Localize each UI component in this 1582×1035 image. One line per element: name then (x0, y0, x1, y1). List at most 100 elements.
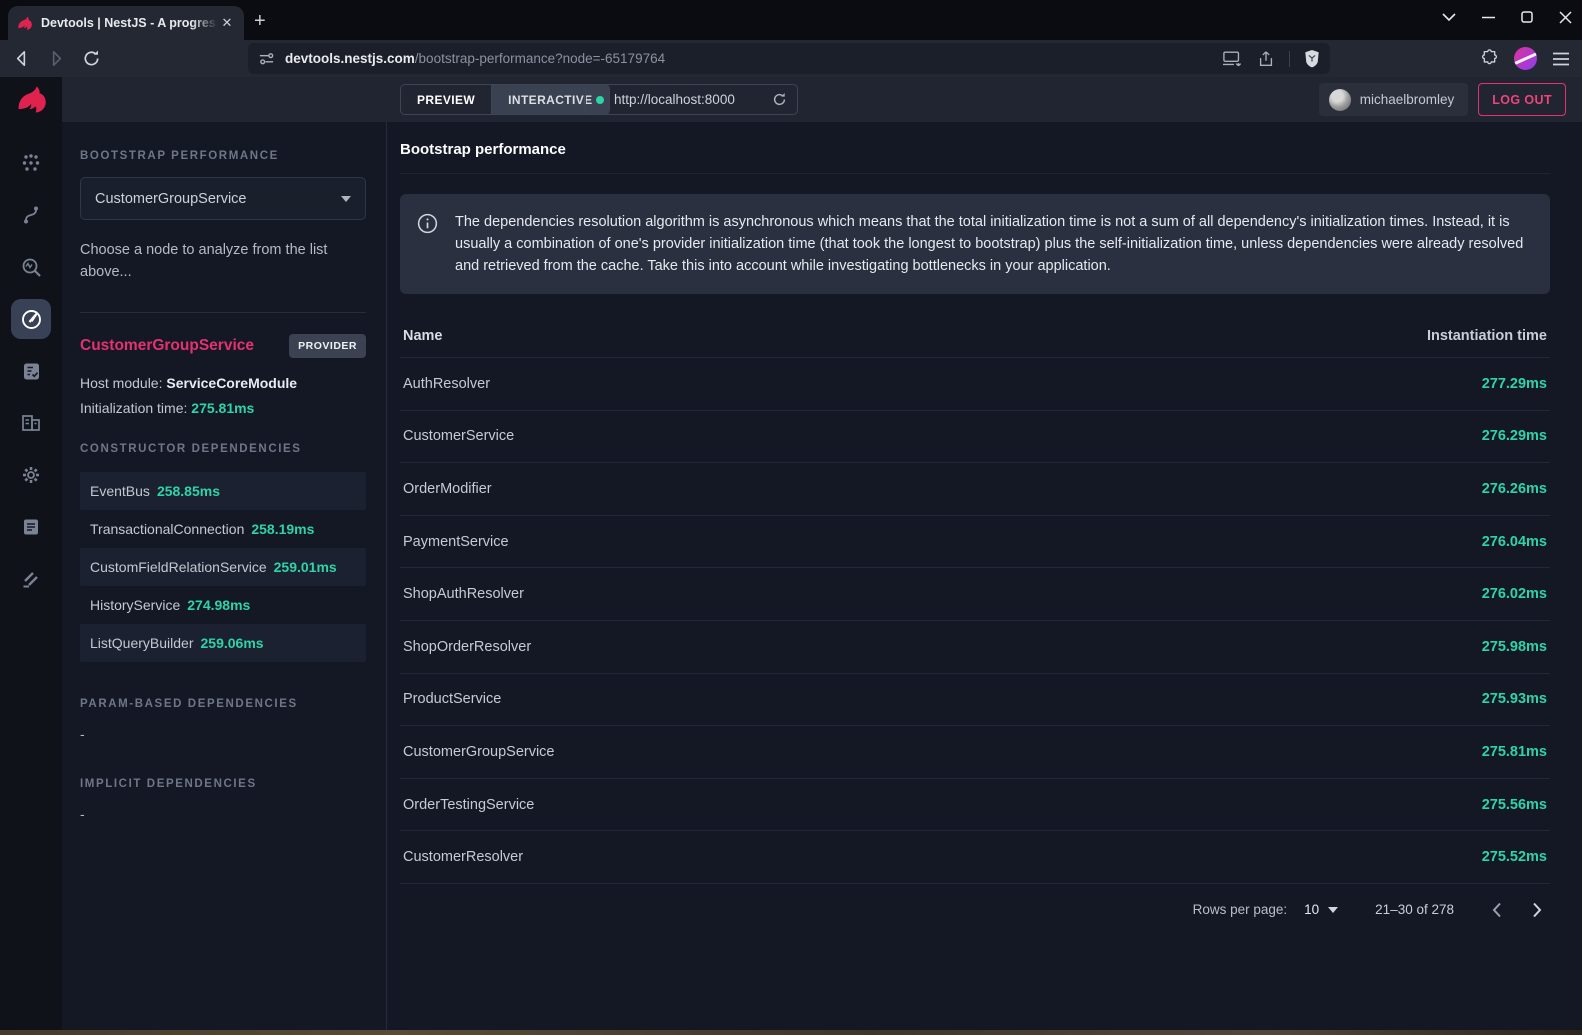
node-select[interactable]: CustomerGroupService (80, 177, 366, 220)
tab-title: Devtools | NestJS - A progressive (41, 16, 218, 30)
routes-icon (20, 204, 42, 226)
table-row[interactable]: OrderTestingService275.56ms (400, 779, 1550, 832)
provider-badge: PROVIDER (289, 334, 366, 358)
nav-rail (0, 77, 62, 1030)
dep-item[interactable]: EventBus258.85ms (80, 472, 366, 510)
nav-item-docs[interactable] (11, 507, 51, 547)
settings-gear-icon (20, 464, 42, 486)
user-avatar (1329, 89, 1351, 111)
constructor-deps-list: EventBus258.85ms TransactionalConnection… (80, 472, 366, 662)
tab-close-icon[interactable]: ✕ (218, 14, 236, 32)
node-select-value: CustomerGroupService (95, 191, 247, 207)
node-panel: BOOTSTRAP PERFORMANCE CustomerGroupServi… (62, 122, 387, 1030)
browser-profile-avatar[interactable] (1514, 47, 1537, 70)
app-header: PREVIEW INTERACTIVE http://localhost:800… (62, 77, 1582, 122)
nestjs-favicon (16, 15, 33, 32)
constructor-deps-title: CONSTRUCTOR DEPENDENCIES (80, 443, 366, 455)
param-deps-empty: - (80, 726, 366, 742)
dep-item[interactable]: ListQueryBuilder259.06ms (80, 624, 366, 662)
nav-item-tools[interactable] (11, 559, 51, 599)
page-range: 21–30 of 278 (1375, 902, 1454, 917)
nestjs-logo (0, 77, 62, 123)
table-row[interactable]: PaymentService276.04ms (400, 516, 1550, 569)
forward-button[interactable] (47, 49, 66, 68)
table-row[interactable]: AuthResolver277.29ms (400, 358, 1550, 411)
info-banner: The dependencies resolution algorithm is… (400, 194, 1550, 294)
send-to-devices-icon[interactable] (1223, 51, 1243, 67)
nav-item-settings[interactable] (11, 455, 51, 495)
preview-tab[interactable]: PREVIEW (401, 85, 491, 114)
chevron-down-icon (341, 196, 351, 202)
close-window-button[interactable] (1559, 11, 1572, 24)
host-module-row: Host module: ServiceCoreModule (80, 375, 366, 391)
modules-building-icon (20, 412, 42, 434)
tools-icon (20, 568, 42, 590)
table-row[interactable]: OrderModifier276.26ms (400, 463, 1550, 516)
desktop-wallpaper-strip (0, 1030, 1582, 1035)
dep-item[interactable]: HistoryService274.98ms (80, 586, 366, 624)
brave-shield-icon[interactable] (1304, 49, 1320, 68)
implicit-deps-empty: - (80, 806, 366, 822)
pagination: Rows per page: 10 21–30 of 278 (400, 884, 1550, 936)
main-content: Bootstrap performance The dependencies r… (387, 122, 1582, 1030)
url-text[interactable]: devtools.nestjs.com/bootstrap-performanc… (285, 51, 665, 66)
dep-item[interactable]: TransactionalConnection258.19ms (80, 510, 366, 548)
connection-status-dot (596, 96, 604, 104)
selected-node-name: CustomerGroupService (80, 337, 254, 355)
previous-page-button[interactable] (1484, 897, 1510, 923)
table-row[interactable]: ShopAuthResolver276.02ms (400, 568, 1550, 621)
back-button[interactable] (12, 49, 31, 68)
address-bar[interactable]: devtools.nestjs.com/bootstrap-performanc… (248, 43, 1330, 74)
site-settings-icon[interactable] (258, 50, 275, 67)
table-row[interactable]: CustomerResolver275.52ms (400, 831, 1550, 884)
performance-table: Name Instantiation time AuthResolver277.… (400, 315, 1550, 884)
extensions-icon[interactable] (1480, 49, 1499, 68)
maximize-button[interactable] (1521, 11, 1533, 23)
target-url-box[interactable]: http://localhost:8000 (585, 84, 798, 115)
table-header: Name Instantiation time (400, 315, 1550, 358)
user-chip[interactable]: michaelbromley (1319, 83, 1469, 116)
nav-item-graph[interactable] (11, 143, 51, 183)
column-instantiation-time: Instantiation time (1427, 328, 1547, 344)
insights-search-icon (20, 256, 43, 279)
divider (1289, 51, 1290, 67)
next-page-button[interactable] (1524, 897, 1550, 923)
reload-button[interactable] (82, 49, 101, 68)
logout-button[interactable]: LOG OUT (1478, 83, 1566, 116)
chevron-down-icon (1328, 907, 1338, 913)
browser-tab[interactable]: Devtools | NestJS - A progressive ✕ (8, 6, 244, 40)
tab-search-chevron-icon[interactable] (1442, 13, 1456, 22)
panel-title: BOOTSTRAP PERFORMANCE (80, 150, 366, 162)
panel-hint: Choose a node to analyze from the list a… (80, 239, 330, 283)
nav-item-routes[interactable] (11, 195, 51, 235)
table-row[interactable]: ShopOrderResolver275.98ms (400, 621, 1550, 674)
info-icon (417, 213, 438, 234)
target-url: http://localhost:8000 (614, 92, 735, 107)
implicit-deps-title: IMPLICIT DEPENDENCIES (80, 778, 366, 790)
docs-icon (21, 517, 41, 537)
graph-icon (20, 152, 42, 174)
info-text: The dependencies resolution algorithm is… (455, 211, 1532, 277)
new-tab-button[interactable]: + (254, 11, 266, 31)
table-row[interactable]: ProductService275.93ms (400, 674, 1550, 727)
dep-item[interactable]: CustomFieldRelationService259.01ms (80, 548, 366, 586)
user-name: michaelbromley (1360, 92, 1455, 107)
audit-checklist-icon (21, 361, 42, 382)
nav-item-bootstrap-performance[interactable] (11, 299, 51, 339)
mode-toggle: PREVIEW INTERACTIVE (400, 84, 610, 115)
nav-item-audit[interactable] (11, 351, 51, 391)
target-reload-icon[interactable] (772, 92, 787, 107)
table-row[interactable]: CustomerGroupService275.81ms (400, 726, 1550, 779)
host-module-value: ServiceCoreModule (166, 375, 297, 391)
init-time-value: 275.81ms (191, 400, 254, 416)
table-row[interactable]: CustomerService276.29ms (400, 411, 1550, 464)
column-name: Name (403, 328, 443, 344)
param-deps-title: PARAM-BASED DEPENDENCIES (80, 698, 366, 710)
nav-item-insights[interactable] (11, 247, 51, 287)
minimize-button[interactable] (1482, 11, 1495, 24)
nav-item-modules[interactable] (11, 403, 51, 443)
browser-menu-icon[interactable] (1552, 52, 1570, 66)
browser-window: Devtools | NestJS - A progressive ✕ + de… (0, 0, 1582, 1035)
rows-per-page-select[interactable]: 10 (1304, 902, 1338, 917)
share-icon[interactable] (1257, 50, 1275, 68)
